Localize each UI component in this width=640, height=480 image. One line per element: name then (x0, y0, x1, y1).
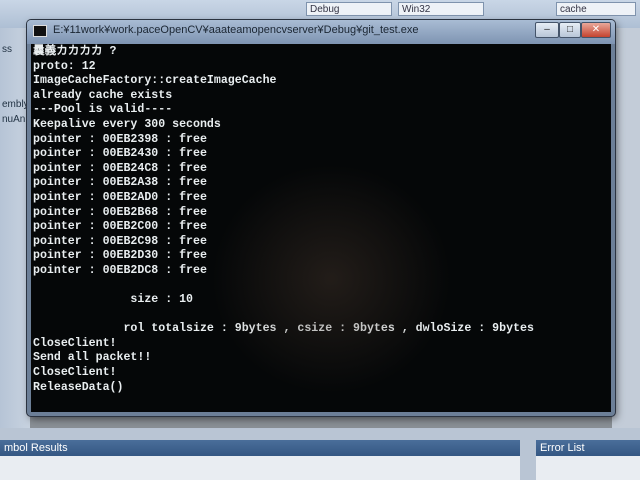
console-line: pointer : 00EB2D30 : free (33, 249, 207, 263)
console-line: 曩義カカカカ ? (33, 45, 117, 58)
console-line: Keepalive every 300 seconds (33, 117, 221, 131)
console-window-title: E:¥11work¥work.paceOpenCV¥aaateamopencvs… (53, 24, 419, 36)
console-line: CloseClient! (33, 366, 117, 380)
console-line: proto: 12 (33, 59, 96, 73)
console-line: pointer : 00EB2398 : free (33, 132, 207, 146)
symbol-results-panel (0, 456, 520, 480)
console-line: pointer : 00EB2AD0 : free (33, 190, 207, 204)
console-window: E:¥11work¥work.paceOpenCV¥aaateamopencvs… (27, 20, 615, 416)
console-line: ---Pool is valid---- (33, 103, 173, 117)
console-output-area[interactable]: 曩義カカカカ ? proto: 12 ImageCacheFactory::crea… (31, 44, 611, 412)
console-line: pointer : 00EB2A38 : free (33, 176, 207, 190)
ide-left-panel: ss embly nuAn (0, 28, 30, 428)
console-line: pointer : 00EB24C8 : free (33, 161, 207, 175)
error-list-panel (536, 456, 640, 480)
platform-combo[interactable]: Win32 (398, 2, 484, 16)
console-titlebar[interactable]: E:¥11work¥work.paceOpenCV¥aaateamopencvs… (27, 20, 615, 44)
symbol-results-panel-title[interactable]: mbol Results (0, 440, 520, 456)
console-line: rol totalsize : 9bytes , csize : 9bytes … (33, 322, 534, 336)
left-panel-label: nuAn (2, 114, 26, 125)
console-line: already cache exists (33, 88, 173, 102)
console-line: size : 10 (33, 293, 194, 307)
console-line: pointer : 00EB2C00 : free (33, 220, 207, 234)
maximize-button[interactable]: □ (559, 22, 581, 38)
console-line: ReleaseData() (33, 380, 124, 394)
close-button[interactable]: ✕ (581, 22, 611, 38)
console-line: CloseClient! (33, 336, 117, 350)
console-line: ImageCacheFactory::createImageCache (33, 74, 277, 88)
left-panel-label: ss (2, 44, 12, 55)
console-line: pointer : 00EB2C98 : free (33, 234, 207, 248)
error-list-panel-title[interactable]: Error List (536, 440, 640, 456)
ide-right-panel (612, 28, 640, 428)
console-line: pointer : 00EB2B68 : free (33, 205, 207, 219)
search-combo[interactable]: cache (556, 2, 636, 16)
console-line: pointer : 00EB2DC8 : free (33, 263, 207, 277)
left-panel-label: embly (2, 99, 29, 110)
console-line: pointer : 00EB2430 : free (33, 147, 207, 161)
configuration-combo[interactable]: Debug (306, 2, 392, 16)
console-output: 曩義カカカカ ? proto: 12 ImageCacheFactory::crea… (33, 45, 534, 395)
console-line: Send all packet!! (33, 351, 152, 365)
console-app-icon (33, 25, 47, 37)
minimize-button[interactable]: – (535, 22, 559, 38)
